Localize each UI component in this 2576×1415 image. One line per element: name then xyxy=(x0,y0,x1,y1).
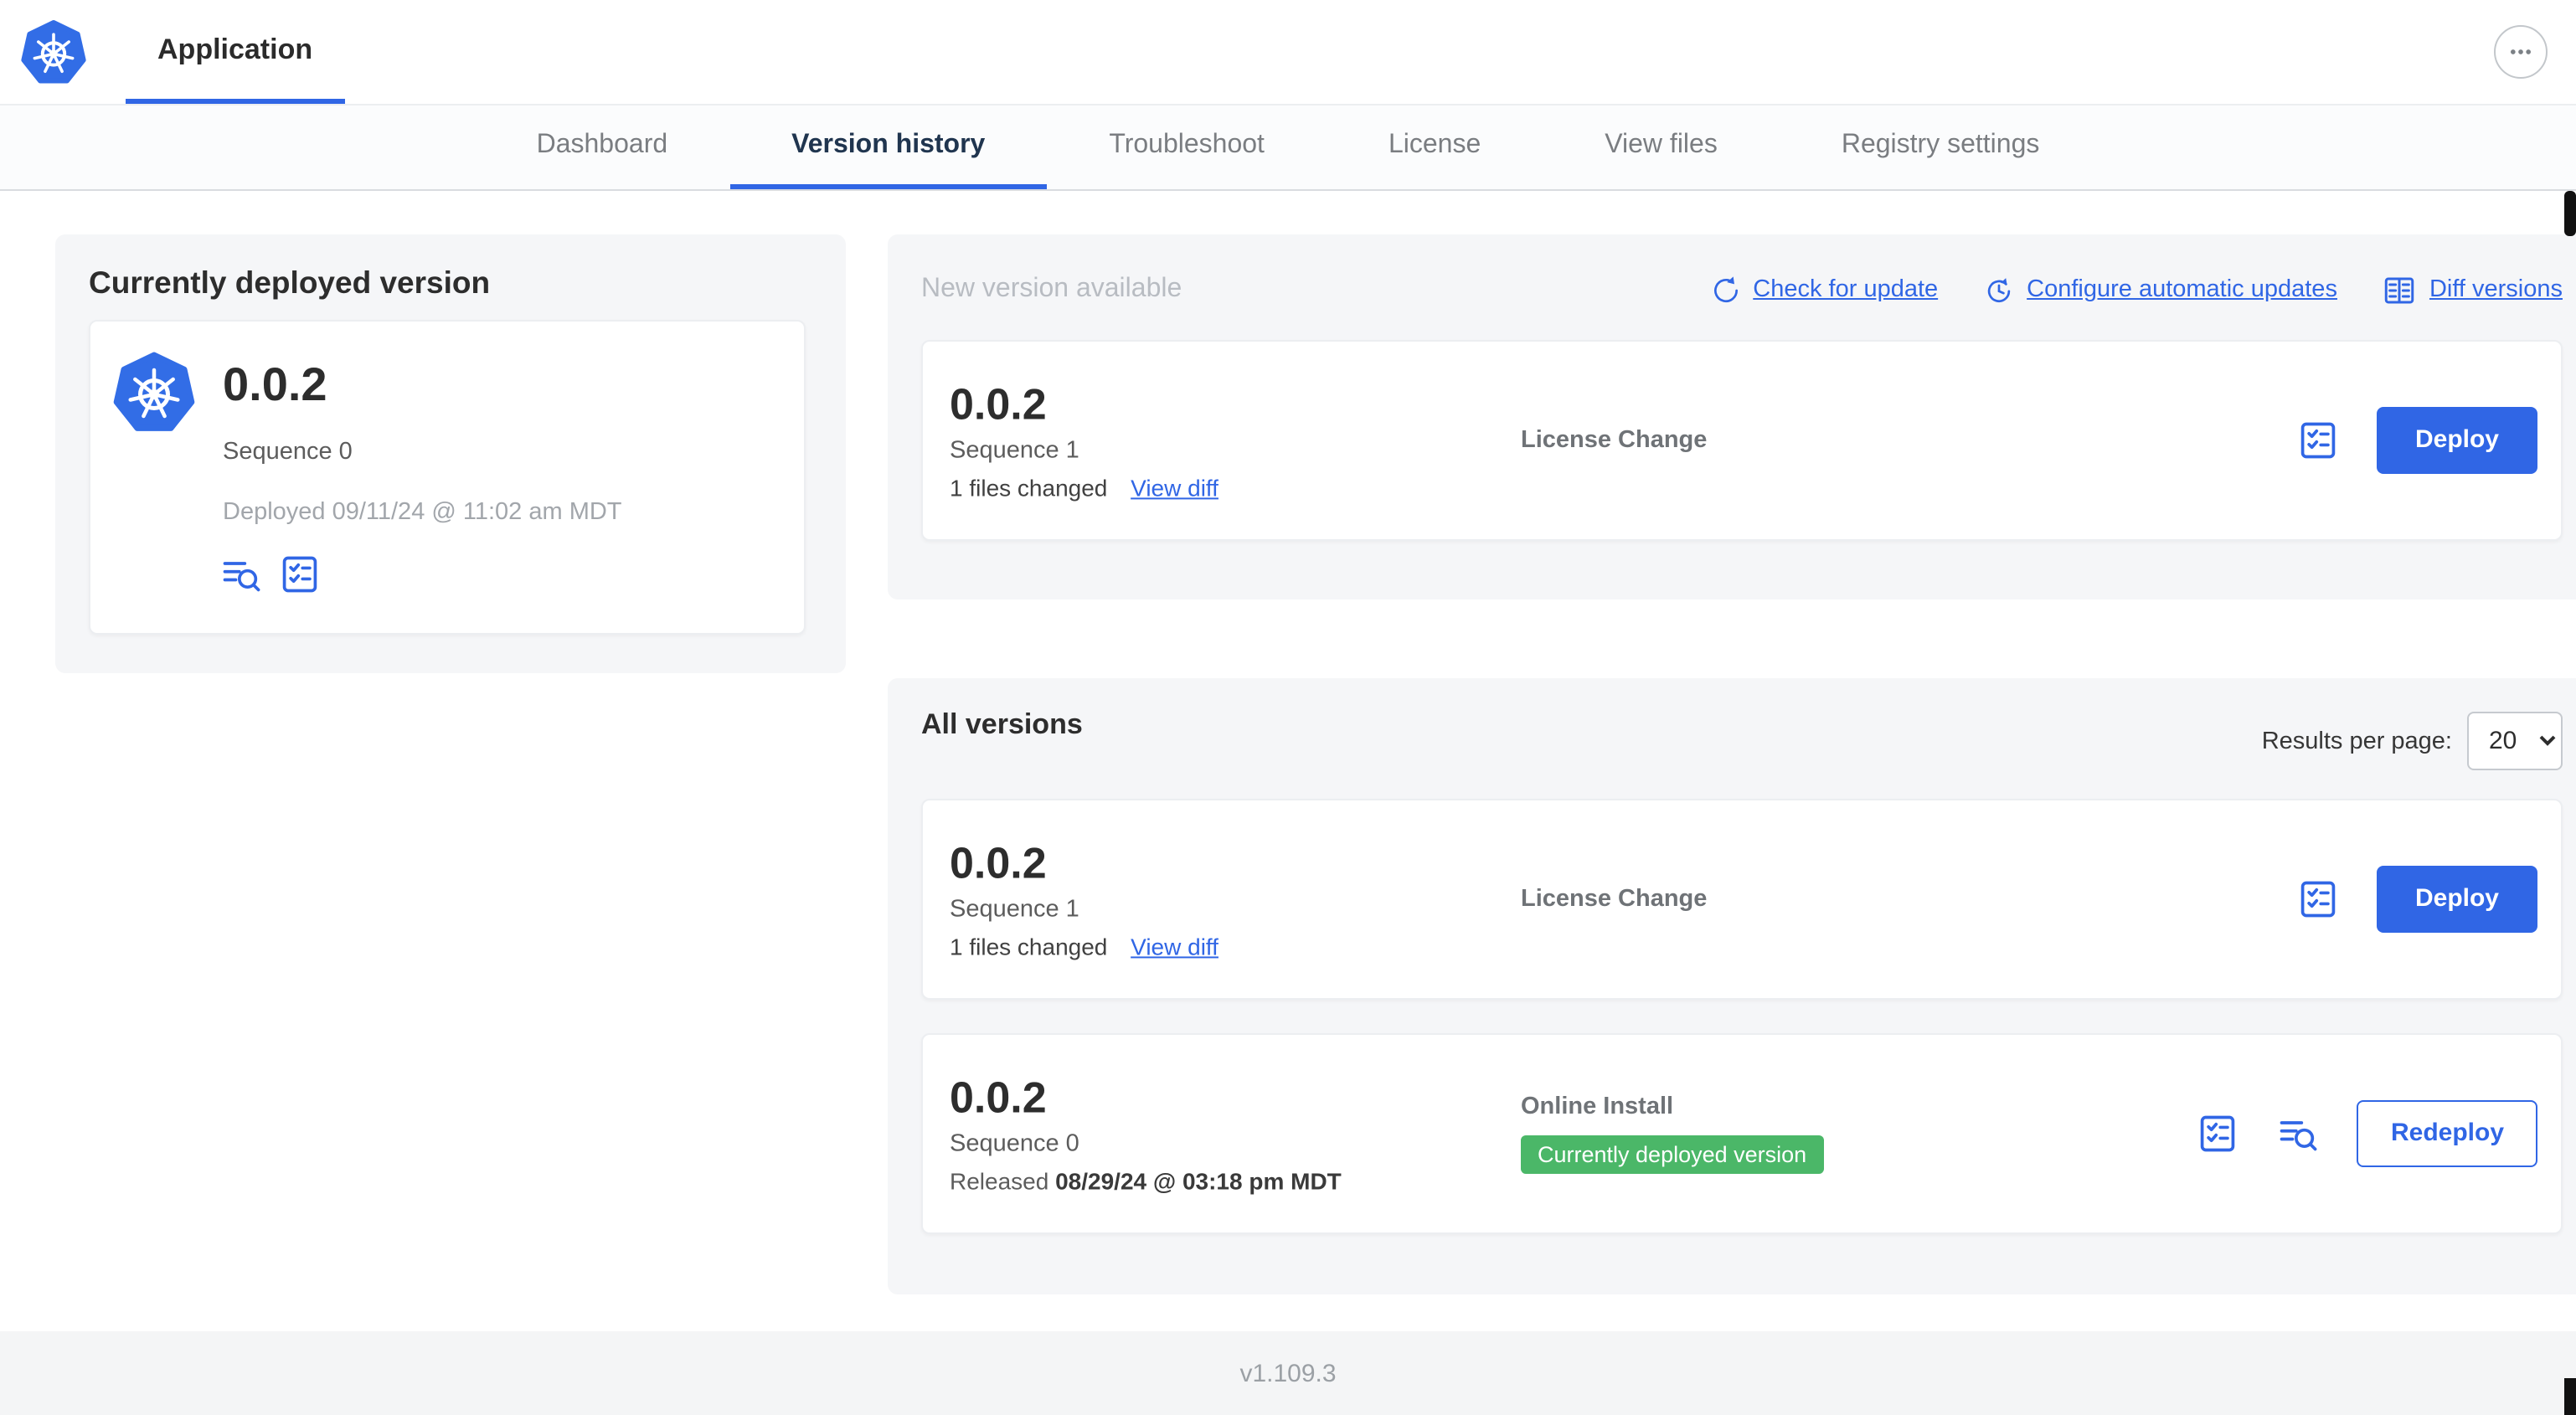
scrollbar-thumb[interactable] xyxy=(2564,191,2576,236)
results-per-page-select[interactable]: 20 xyxy=(2467,712,2563,770)
app-title: Application xyxy=(157,33,313,64)
results-per-page-label: Results per page: xyxy=(2261,728,2452,754)
version-number: 0.0.2 xyxy=(950,378,1047,430)
tab-view-files[interactable]: View files xyxy=(1543,105,1780,184)
clock-refresh-icon xyxy=(1987,277,2011,301)
kubernetes-logo-icon xyxy=(20,18,87,85)
app-nav-tabs: Dashboard Version history Troubleshoot L… xyxy=(0,105,2576,191)
version-row: 0.0.2 Sequence 1 1 files changed View di… xyxy=(921,799,2563,1000)
tab-label: View files xyxy=(1605,130,1718,158)
tab-label: Version history xyxy=(791,130,986,158)
new-version-title: New version available xyxy=(921,275,1182,303)
version-sequence: Sequence 0 xyxy=(950,1129,1079,1157)
tab-label: Troubleshoot xyxy=(1109,130,1265,158)
current-sequence: Sequence 0 xyxy=(223,439,353,466)
tab-label: Dashboard xyxy=(536,130,668,158)
app-tab-application[interactable]: Application xyxy=(126,0,345,104)
currently-deployed-badge: Currently deployed version xyxy=(1521,1135,1824,1174)
release-notes-icon[interactable] xyxy=(278,553,322,596)
current-version-number: 0.0.2 xyxy=(223,358,327,410)
deploy-button[interactable]: Deploy xyxy=(2376,866,2537,933)
check-for-update-link[interactable]: Check for update xyxy=(1709,274,1938,306)
tab-label: Registry settings xyxy=(1841,130,2040,158)
version-number: 0.0.2 xyxy=(950,1072,1047,1123)
app-window: Application Dashboard Version history Tr… xyxy=(0,0,2576,1415)
currently-deployed-title: Currently deployed version xyxy=(89,265,491,300)
version-source: License Change xyxy=(1521,886,1708,913)
redeploy-button[interactable]: Redeploy xyxy=(2357,1100,2537,1167)
currently-deployed-card: 0.0.2 Sequence 0 Deployed 09/11/24 @ 11:… xyxy=(89,320,806,635)
configure-automatic-updates-link[interactable]: Configure automatic updates xyxy=(1983,274,2337,306)
version-sequence: Sequence 1 xyxy=(950,436,1079,464)
tab-label: License xyxy=(1388,130,1481,158)
all-versions-title: All versions xyxy=(921,708,1083,740)
release-notes-icon[interactable] xyxy=(2296,419,2340,462)
view-logs-icon[interactable] xyxy=(219,553,263,596)
tab-license[interactable]: License xyxy=(1327,105,1543,184)
footer: v1.109.3 xyxy=(0,1331,2576,1415)
version-number: 0.0.2 xyxy=(950,837,1047,888)
ellipsis-icon xyxy=(2511,49,2531,54)
version-row: 0.0.2 Sequence 0 Released 08/29/24 @ 03:… xyxy=(921,1033,2563,1234)
new-version-card: 0.0.2 Sequence 1 1 files changed View di… xyxy=(921,340,2563,541)
version-source: Online Install xyxy=(1521,1093,1674,1120)
top-bar: Application xyxy=(0,0,2576,105)
tab-version-history[interactable]: Version history xyxy=(729,105,1048,189)
currently-deployed-panel: Currently deployed version 0.0.2 Sequenc… xyxy=(55,234,846,673)
view-logs-icon[interactable] xyxy=(2277,1112,2321,1155)
tab-registry-settings[interactable]: Registry settings xyxy=(1780,105,2102,184)
view-diff-link[interactable]: View diff xyxy=(1131,474,1218,501)
overflow-menu-button[interactable] xyxy=(2494,25,2548,79)
diff-versions-link[interactable]: Diff versions xyxy=(2383,272,2563,307)
tab-troubleshoot[interactable]: Troubleshoot xyxy=(1047,105,1327,184)
version-sequence: Sequence 1 xyxy=(950,895,1079,923)
console-version: v1.109.3 xyxy=(1239,1359,1337,1387)
kubernetes-app-icon xyxy=(112,350,196,432)
files-changed-text: 1 files changed xyxy=(950,932,1108,960)
diff-icon xyxy=(2385,276,2415,303)
all-versions-panel: All versions Results per page: 20 0.0.2 … xyxy=(888,678,2576,1294)
current-deployed-timestamp: Deployed 09/11/24 @ 11:02 am MDT xyxy=(223,499,622,526)
view-diff-link[interactable]: View diff xyxy=(1131,933,1218,960)
refresh-icon xyxy=(1713,275,1738,302)
scrollbar-track-end[interactable] xyxy=(2564,1378,2576,1415)
release-notes-icon[interactable] xyxy=(2296,877,2340,921)
files-changed-text: 1 files changed xyxy=(950,473,1108,501)
release-notes-icon[interactable] xyxy=(2197,1112,2240,1155)
new-version-panel: New version available Check for update C… xyxy=(888,234,2576,599)
deploy-button[interactable]: Deploy xyxy=(2376,407,2537,474)
released-timestamp: Released 08/29/24 @ 03:18 pm MDT xyxy=(950,1166,1342,1194)
version-source: License Change xyxy=(1521,427,1708,454)
tab-dashboard[interactable]: Dashboard xyxy=(475,105,730,184)
